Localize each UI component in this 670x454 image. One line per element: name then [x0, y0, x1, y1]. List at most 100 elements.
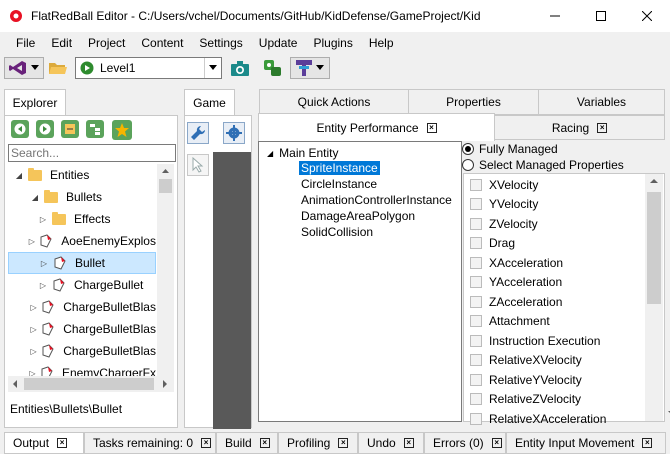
checkbox-icon[interactable]	[470, 373, 482, 386]
tree-item[interactable]: ◢ Entities	[8, 164, 156, 186]
managed-property-checkbox[interactable]: XVelocity	[470, 175, 538, 195]
back-button[interactable]	[11, 120, 29, 138]
bottom-tab[interactable]: Undo ×	[358, 432, 424, 454]
close-icon[interactable]: ×	[259, 438, 270, 448]
bottom-tab[interactable]: Entity Input Movement ×	[506, 432, 666, 454]
close-icon[interactable]: ×	[338, 438, 349, 448]
tab-game[interactable]: Game	[184, 89, 235, 116]
wrench-button[interactable]	[187, 122, 209, 144]
visual-studio-dropdown[interactable]	[4, 57, 44, 79]
checkbox-icon[interactable]	[470, 276, 482, 289]
entity-tree-item[interactable]: AnimationControllerInstance	[299, 192, 454, 208]
close-icon[interactable]: ×	[426, 122, 437, 133]
collapsed-arrow-icon[interactable]: ▷	[39, 259, 49, 268]
build-run-button[interactable]	[262, 57, 284, 79]
bottom-tab[interactable]: Build ×	[216, 432, 278, 454]
managed-property-checkbox[interactable]: RelativeXVelocity	[470, 351, 582, 371]
menu-plugins[interactable]: Plugins	[305, 36, 360, 50]
collapsed-arrow-icon[interactable]: ▷	[30, 325, 37, 334]
managed-property-checkbox[interactable]: YVelocity	[470, 195, 538, 215]
entity-tree-item[interactable]: SpriteInstance	[299, 160, 380, 176]
managed-property-checkbox[interactable]: ZVelocity	[470, 214, 538, 234]
tab-quick-actions[interactable]: Quick Actions	[259, 89, 409, 115]
search-input[interactable]	[8, 144, 176, 162]
checkbox-icon[interactable]	[470, 412, 482, 425]
tree-item[interactable]: ▷ ChargeBulletBlas	[8, 340, 156, 362]
tiled-dropdown[interactable]	[290, 57, 330, 79]
managed-property-checkbox[interactable]: RelativeYVelocity	[470, 370, 582, 390]
level-combo[interactable]: Level1	[75, 57, 222, 79]
close-icon[interactable]: ×	[201, 438, 212, 448]
close-icon[interactable]: ×	[57, 438, 68, 448]
tab-racing[interactable]: Racing ×	[494, 115, 665, 140]
explorer-scroll-thumb[interactable]	[159, 179, 172, 193]
screenshot-button[interactable]	[229, 57, 251, 79]
checkbox-icon[interactable]	[470, 315, 482, 328]
collapsed-arrow-icon[interactable]: ▷	[38, 215, 48, 224]
fully-managed-radio[interactable]: Fully Managed	[462, 142, 558, 156]
checkbox-icon[interactable]	[470, 217, 482, 230]
collapsed-arrow-icon[interactable]: ▷	[30, 303, 37, 312]
managed-property-checkbox[interactable]: RelativeZVelocity	[470, 390, 581, 410]
game-canvas[interactable]	[213, 152, 251, 429]
select-managed-radio[interactable]: Select Managed Properties	[462, 158, 624, 172]
close-icon[interactable]: ×	[597, 122, 608, 133]
properties-scroll-thumb[interactable]	[647, 192, 661, 304]
menu-content[interactable]: Content	[133, 36, 191, 50]
close-button[interactable]	[624, 0, 670, 32]
tree-item[interactable]: ▷ ChargeBullet	[8, 274, 156, 296]
managed-property-checkbox[interactable]: XAcceleration	[470, 253, 563, 273]
minimize-button[interactable]	[532, 0, 578, 32]
tree-item[interactable]: ▷ Effects	[8, 208, 156, 230]
menu-file[interactable]: File	[8, 36, 43, 50]
entity-tree-item[interactable]: CircleInstance	[299, 176, 379, 192]
collapsed-arrow-icon[interactable]: ▷	[30, 347, 37, 356]
tree-item[interactable]: ▷ ChargeBulletBlas	[8, 318, 156, 340]
expanded-arrow-icon[interactable]: ◢	[30, 193, 40, 202]
managed-property-checkbox[interactable]: RelativeXAcceleration	[470, 409, 606, 429]
explorer-scrollbar-h[interactable]	[8, 376, 174, 392]
bottom-tab[interactable]: Profiling ×	[278, 432, 358, 454]
bottom-tab[interactable]: Errors (0) ×	[424, 432, 506, 454]
managed-property-checkbox[interactable]: YAcceleration	[470, 273, 562, 293]
checkbox-icon[interactable]	[470, 393, 482, 406]
tree-item[interactable]: ◢ Bullets	[8, 186, 156, 208]
close-icon[interactable]: ×	[642, 438, 653, 448]
managed-property-checkbox[interactable]: Attachment	[470, 312, 550, 332]
checkbox-icon[interactable]	[470, 178, 482, 191]
explorer-scrollbar-v[interactable]	[157, 164, 174, 392]
explorer-hscroll-thumb[interactable]	[24, 378, 154, 390]
favorites-button[interactable]	[112, 120, 132, 140]
menu-update[interactable]: Update	[251, 36, 306, 50]
maximize-button[interactable]	[578, 0, 624, 32]
entity-tree-item[interactable]: SolidCollision	[299, 224, 375, 240]
managed-property-checkbox[interactable]: ZAcceleration	[470, 292, 562, 312]
checkbox-icon[interactable]	[470, 198, 482, 211]
checkbox-icon[interactable]	[470, 334, 482, 347]
expanded-arrow-icon[interactable]: ◢	[14, 171, 24, 180]
close-icon[interactable]: ×	[491, 438, 502, 448]
tree-item[interactable]: ▷ AoeEnemyExplos	[8, 230, 156, 252]
menu-help[interactable]: Help	[361, 36, 402, 50]
tree-root[interactable]: ◢ Main Entity	[267, 145, 339, 161]
forward-button[interactable]	[36, 120, 54, 138]
tab-properties[interactable]: Properties	[408, 89, 539, 115]
settings-button[interactable]	[223, 122, 245, 144]
level-combo-arrow[interactable]	[204, 58, 221, 78]
tree-item[interactable]: ▷ Bullet	[8, 252, 156, 274]
menu-settings[interactable]: Settings	[191, 36, 250, 50]
menu-project[interactable]: Project	[80, 36, 133, 50]
select-tool-button[interactable]	[187, 154, 209, 176]
bottom-tab[interactable]: Output ×	[4, 432, 84, 454]
collapse-all-button[interactable]	[61, 120, 79, 138]
tab-explorer[interactable]: Explorer	[4, 89, 66, 116]
open-folder-button[interactable]	[47, 57, 69, 79]
entity-tree-item[interactable]: DamageAreaPolygon	[299, 208, 417, 224]
collapsed-arrow-icon[interactable]: ▷	[28, 237, 35, 246]
collapsed-arrow-icon[interactable]: ▷	[38, 281, 48, 290]
checkbox-icon[interactable]	[470, 354, 482, 367]
checkbox-icon[interactable]	[470, 295, 482, 308]
menu-edit[interactable]: Edit	[43, 36, 80, 50]
tab-variables[interactable]: Variables	[538, 89, 665, 115]
checkbox-icon[interactable]	[470, 237, 482, 250]
